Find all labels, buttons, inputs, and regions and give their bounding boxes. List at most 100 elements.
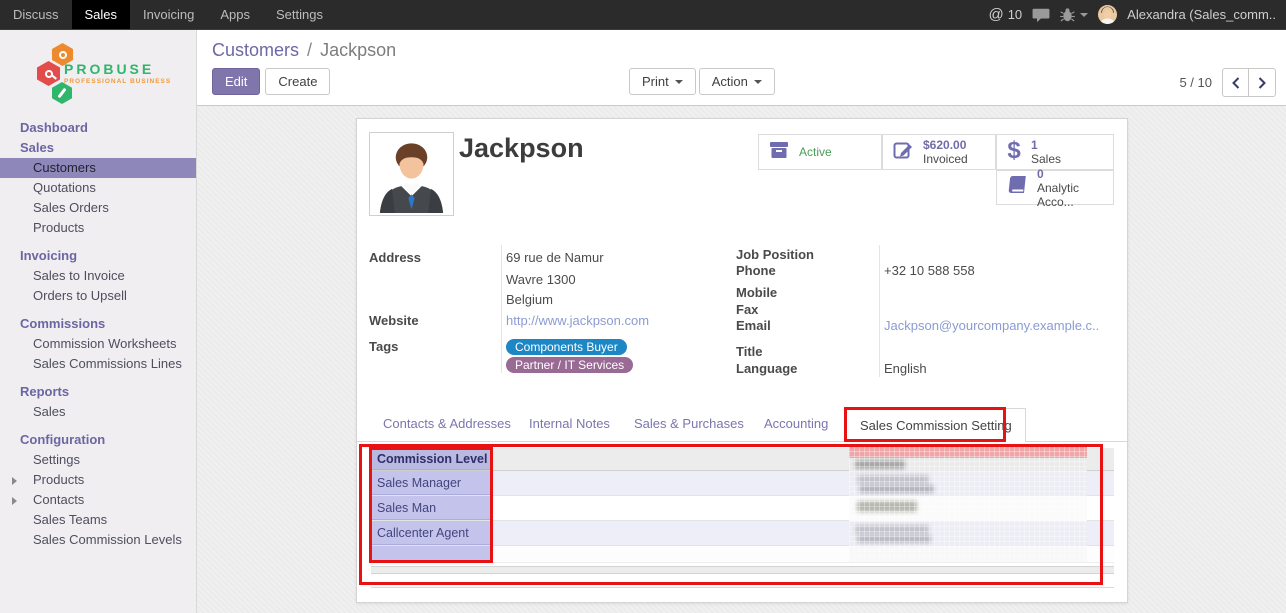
book-icon bbox=[1006, 174, 1028, 201]
pager-next-button[interactable] bbox=[1249, 68, 1276, 97]
messages-icon[interactable] bbox=[1032, 7, 1050, 23]
phone-value[interactable]: +32 10 588 558 bbox=[884, 263, 975, 278]
breadcrumb-separator: / bbox=[304, 40, 315, 60]
debug-bug-icon[interactable] bbox=[1060, 7, 1088, 23]
analytic-count: 0 bbox=[1037, 167, 1113, 181]
tab-contacts-addresses[interactable]: Contacts & Addresses bbox=[383, 416, 511, 431]
mentions-counter[interactable]: @ 10 bbox=[988, 6, 1022, 23]
expand-caret-icon[interactable] bbox=[12, 497, 17, 505]
action-dropdown-button[interactable]: Action bbox=[699, 68, 775, 95]
logo-subtitle: PROFESSIONAL BUSINESS bbox=[64, 78, 171, 85]
invoiced-amount: $620.00 bbox=[923, 138, 968, 152]
nav-item-apps[interactable]: Apps bbox=[207, 0, 263, 29]
sidebar-item-config-products[interactable]: Products bbox=[0, 470, 196, 490]
sidebar-item-reports-sales[interactable]: Sales bbox=[0, 402, 196, 422]
chevron-down-icon bbox=[675, 80, 683, 84]
sidebar-section-dashboard[interactable]: Dashboard bbox=[0, 118, 196, 138]
redacted-value bbox=[857, 535, 931, 543]
invoiced-label: Invoiced bbox=[923, 152, 968, 166]
sheet-divider bbox=[371, 587, 1114, 588]
commission-level-cell[interactable]: Callcenter Agent bbox=[371, 521, 493, 545]
sidebar-item-orders-to-upsell[interactable]: Orders to Upsell bbox=[0, 286, 196, 306]
sidebar-item-sales-to-invoice[interactable]: Sales to Invoice bbox=[0, 266, 196, 286]
debug-caret-icon bbox=[1080, 13, 1088, 17]
logo-title: PROBUSE bbox=[64, 61, 154, 77]
sidebar-item-sales-commission-levels[interactable]: Sales Commission Levels bbox=[0, 530, 196, 550]
edit-button[interactable]: Edit bbox=[212, 68, 260, 95]
sidebar-item-label: Contacts bbox=[33, 492, 84, 507]
probuse-logo: PROBUSE PROFESSIONAL BUSINESS bbox=[0, 30, 196, 118]
group-separator bbox=[879, 245, 880, 377]
sidebar-item-sales-orders[interactable]: Sales Orders bbox=[0, 198, 196, 218]
notebook-tabs: Contacts & Addresses Internal Notes Sale… bbox=[357, 408, 1127, 442]
breadcrumb: Customers / Jackpson bbox=[212, 40, 396, 61]
breadcrumb-customers-link[interactable]: Customers bbox=[212, 40, 299, 60]
sidebar-section-reports[interactable]: Reports bbox=[0, 382, 196, 402]
create-button[interactable]: Create bbox=[265, 68, 330, 95]
mention-count: 10 bbox=[1008, 7, 1022, 22]
print-dropdown-button[interactable]: Print bbox=[629, 68, 696, 95]
website-link[interactable]: http://www.jackpson.com bbox=[506, 313, 649, 328]
tags-label: Tags bbox=[369, 339, 398, 354]
tab-accounting[interactable]: Accounting bbox=[764, 416, 828, 431]
top-navbar: Discuss Sales Invoicing Apps Settings @ … bbox=[0, 0, 1286, 30]
redacted-value bbox=[855, 460, 905, 469]
sidebar-item-commission-worksheets[interactable]: Commission Worksheets bbox=[0, 334, 196, 354]
fax-label: Fax bbox=[736, 302, 758, 317]
address-line-1[interactable]: 69 rue de Namur bbox=[506, 250, 604, 265]
svg-text:$: $ bbox=[1007, 137, 1021, 163]
tag-partner-it-services[interactable]: Partner / IT Services bbox=[506, 357, 633, 373]
sidebar: PROBUSE PROFESSIONAL BUSINESS Dashboard … bbox=[0, 30, 197, 613]
tag-components-buyer[interactable]: Components Buyer bbox=[506, 339, 627, 355]
redacted-value bbox=[855, 525, 929, 534]
redacted-value bbox=[857, 501, 917, 512]
table-horizontal-scrollbar[interactable] bbox=[371, 566, 1114, 574]
breadcrumb-current: Jackpson bbox=[320, 40, 396, 60]
tab-internal-notes[interactable]: Internal Notes bbox=[529, 416, 610, 431]
language-value[interactable]: English bbox=[884, 361, 927, 376]
sales-stat-button[interactable]: $ 1 Sales bbox=[996, 134, 1114, 170]
email-label: Email bbox=[736, 318, 771, 333]
user-avatar[interactable] bbox=[1098, 5, 1117, 24]
sidebar-section-sales[interactable]: Sales bbox=[0, 138, 196, 158]
sidebar-item-quotations[interactable]: Quotations bbox=[0, 178, 196, 198]
expand-caret-icon[interactable] bbox=[12, 477, 17, 485]
customer-photo[interactable] bbox=[369, 132, 454, 216]
pager-previous-button[interactable] bbox=[1222, 68, 1249, 97]
analytic-accounts-stat-button[interactable]: 0 Analytic Acco... bbox=[996, 170, 1114, 205]
user-menu[interactable]: Alexandra (Sales_comm.. bbox=[1127, 7, 1276, 22]
email-link[interactable]: Jackpson@yourcompany.example.c.. bbox=[884, 318, 1099, 333]
page-title: Jackpson bbox=[459, 133, 584, 164]
website-label: Website bbox=[369, 313, 419, 328]
commission-level-cell[interactable]: Sales Manager bbox=[371, 471, 493, 495]
commission-level-column-header[interactable]: Commission Level bbox=[371, 448, 493, 470]
sidebar-item-settings[interactable]: Settings bbox=[0, 450, 196, 470]
address-label: Address bbox=[369, 250, 421, 265]
sidebar-item-customers[interactable]: Customers bbox=[0, 158, 196, 178]
logo-magnifier-hexagon-icon bbox=[37, 61, 60, 86]
sidebar-item-config-contacts[interactable]: Contacts bbox=[0, 490, 196, 510]
nav-item-sales[interactable]: Sales bbox=[72, 0, 131, 29]
invoiced-stat-button[interactable]: $620.00 Invoiced bbox=[882, 134, 996, 170]
sidebar-section-commissions[interactable]: Commissions bbox=[0, 314, 196, 334]
chevron-down-icon bbox=[754, 80, 762, 84]
mobile-label: Mobile bbox=[736, 285, 777, 300]
tab-sales-commission-setting[interactable]: Sales Commission Setting bbox=[846, 408, 1026, 442]
sidebar-section-configuration[interactable]: Configuration bbox=[0, 430, 196, 450]
redacted-value bbox=[857, 475, 929, 484]
nav-item-invoicing[interactable]: Invoicing bbox=[130, 0, 207, 29]
sales-count: 1 bbox=[1031, 138, 1061, 152]
address-line-3[interactable]: Belgium bbox=[506, 292, 553, 307]
tab-sales-purchases[interactable]: Sales & Purchases bbox=[634, 416, 744, 431]
print-label: Print bbox=[642, 74, 669, 89]
address-line-2[interactable]: Wavre 1300 bbox=[506, 272, 576, 287]
title-label: Title bbox=[736, 344, 763, 359]
sidebar-item-sales-teams[interactable]: Sales Teams bbox=[0, 510, 196, 530]
nav-item-settings[interactable]: Settings bbox=[263, 0, 336, 29]
commission-level-cell[interactable]: Sales Man bbox=[371, 496, 493, 520]
sidebar-item-sales-commissions-lines[interactable]: Sales Commissions Lines bbox=[0, 354, 196, 374]
active-stat-button[interactable]: Active bbox=[758, 134, 882, 170]
nav-item-discuss[interactable]: Discuss bbox=[0, 0, 72, 29]
sidebar-item-products[interactable]: Products bbox=[0, 218, 196, 238]
sidebar-section-invoicing[interactable]: Invoicing bbox=[0, 246, 196, 266]
